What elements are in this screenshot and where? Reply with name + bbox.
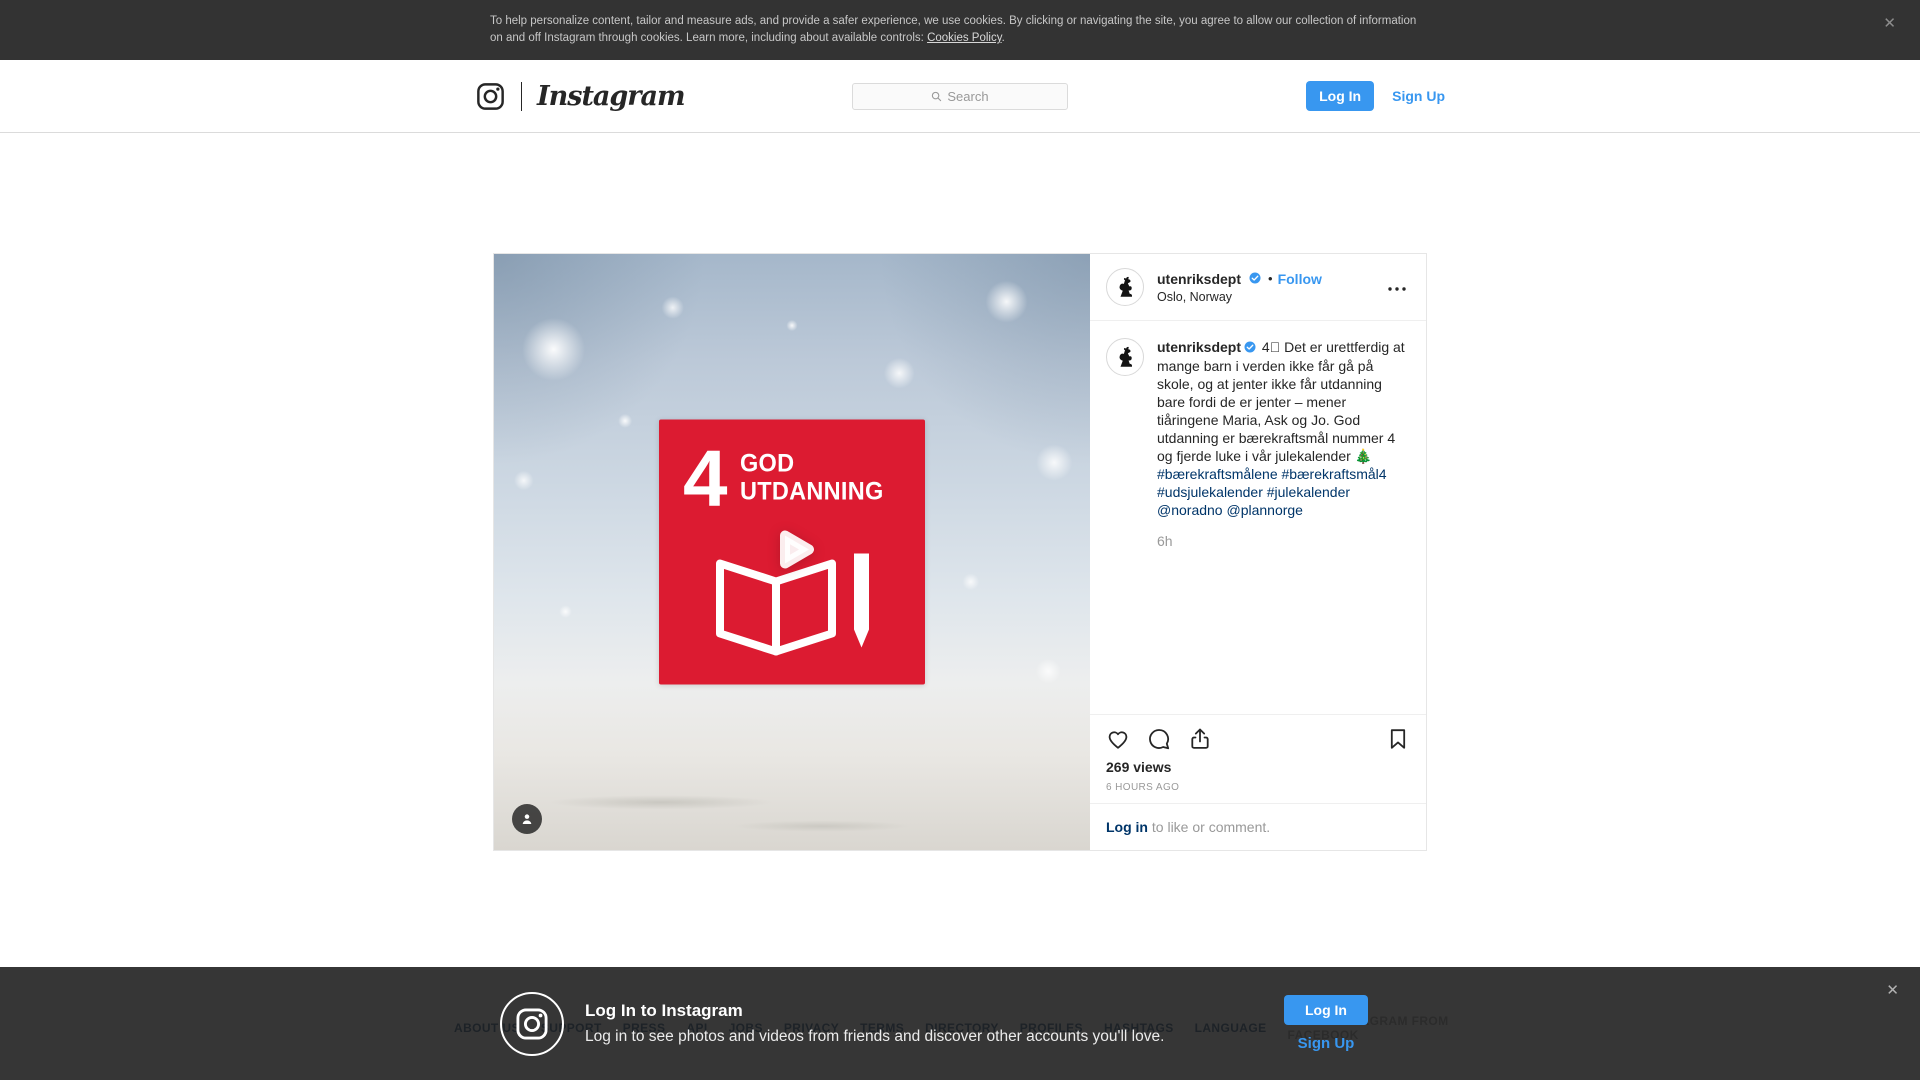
banner-actions: Log In Sign Up (1284, 995, 1368, 1052)
follow-separator: • (1268, 271, 1273, 286)
actions-section: 269 views 6 HOURS AGO (1090, 714, 1426, 803)
post-header: utenriksdept • Follow Oslo, Norway (1090, 254, 1426, 321)
search-input[interactable]: Search (852, 82, 1068, 110)
like-icon[interactable] (1106, 727, 1130, 751)
add-comment-section: Log in to like or comment. (1090, 803, 1426, 850)
brand-group: Instagram (475, 81, 852, 112)
post-age: 6h (1157, 533, 1173, 549)
hashtag-link[interactable]: #bærekraftsmålene (1157, 466, 1278, 482)
banner-text-block: Log In to Instagram Log in to see photos… (585, 1001, 1164, 1046)
signup-link[interactable]: Sign Up (1392, 88, 1445, 104)
instagram-circle-logo-icon (500, 991, 564, 1056)
comment-prompt-text: to like or comment. (1148, 819, 1271, 835)
views-count[interactable]: 269 views (1106, 759, 1410, 775)
sdg-title-line1: GOD (739, 449, 794, 478)
post-info-pane: utenriksdept • Follow Oslo, Norway utenr… (1090, 254, 1426, 850)
caption-body-text: 4⃣ Det er urettferdig at mange barn i ve… (1157, 339, 1405, 464)
follow-button[interactable]: Follow (1278, 271, 1322, 287)
post-location[interactable]: Oslo, Norway (1157, 290, 1322, 304)
mention-link[interactable]: @noradno (1157, 502, 1223, 518)
caption-text: utenriksdept 4⃣ Det er urettferdig at ma… (1157, 338, 1410, 519)
cookie-banner: To help personalize content, tailor and … (0, 0, 1920, 60)
verified-badge-icon (1244, 339, 1256, 357)
post-video[interactable]: 4 GOD UTDANNING (494, 254, 1090, 850)
tagged-users-icon[interactable] (512, 804, 542, 834)
top-navigation: Instagram Search Log In Sign Up (0, 60, 1920, 133)
brand-divider (521, 81, 522, 111)
share-icon[interactable] (1188, 727, 1212, 751)
login-banner: Log In to Instagram Log in to see photos… (0, 967, 1920, 1080)
banner-close-icon[interactable]: ✕ (1886, 983, 1899, 998)
search-icon (931, 91, 942, 102)
post-timestamp: 6 HOURS AGO (1106, 782, 1180, 793)
post-card: 4 GOD UTDANNING utenriksdept • Follow Os… (493, 253, 1427, 851)
banner-signup-link[interactable]: Sign Up (1298, 1035, 1355, 1052)
author-username[interactable]: utenriksdept (1157, 271, 1241, 287)
caption-block: utenriksdept 4⃣ Det er urettferdig at ma… (1157, 338, 1410, 697)
verified-badge-icon (1249, 271, 1261, 287)
sdg-number: 4 (683, 433, 727, 523)
hashtag-link[interactable]: #bærekraftsmål4 (1282, 466, 1387, 482)
banner-subtitle: Log in to see photos and videos from fri… (585, 1028, 1165, 1045)
instagram-wordmark[interactable]: Instagram (537, 81, 686, 112)
banner-title: Log In to Instagram (585, 1001, 743, 1020)
cookie-text-period: . (1001, 32, 1005, 44)
auth-group: Log In Sign Up (1068, 81, 1445, 111)
cookies-policy-link[interactable]: Cookies Policy (927, 32, 1002, 44)
save-icon[interactable] (1386, 727, 1410, 751)
comment-icon[interactable] (1147, 727, 1171, 751)
author-avatar[interactable] (1106, 268, 1144, 306)
cookie-close-icon[interactable]: ✕ (1883, 16, 1896, 31)
banner-login-button[interactable]: Log In (1284, 995, 1368, 1025)
bottom-area: ABOUT US SUPPORT PRESS API JOBS PRIVACY … (0, 967, 1920, 1080)
sdg-title: GOD UTDANNING (740, 450, 884, 516)
caption-username[interactable]: utenriksdept (1157, 339, 1241, 355)
comments-section: utenriksdept 4⃣ Det er urettferdig at ma… (1090, 321, 1426, 714)
cookie-banner-text: To help personalize content, tailor and … (490, 13, 1430, 46)
sdg-title-line2: UTDANNING (739, 477, 884, 506)
login-to-comment-link[interactable]: Log in (1106, 819, 1148, 835)
hashtag-link[interactable]: #julekalender (1267, 484, 1350, 500)
mention-link[interactable]: @plannorge (1226, 502, 1303, 518)
play-button-icon[interactable] (757, 515, 827, 590)
author-meta: utenriksdept • Follow Oslo, Norway (1157, 271, 1322, 304)
hashtag-link[interactable]: #udsjulekalender (1157, 484, 1263, 500)
caption-avatar[interactable] (1106, 338, 1144, 376)
more-options-icon[interactable] (1384, 274, 1410, 300)
login-button[interactable]: Log In (1306, 81, 1375, 111)
instagram-glyph-icon[interactable] (475, 81, 506, 112)
search-placeholder: Search (947, 88, 989, 104)
main-content: 4 GOD UTDANNING utenriksdept • Follow Os… (0, 253, 1920, 851)
